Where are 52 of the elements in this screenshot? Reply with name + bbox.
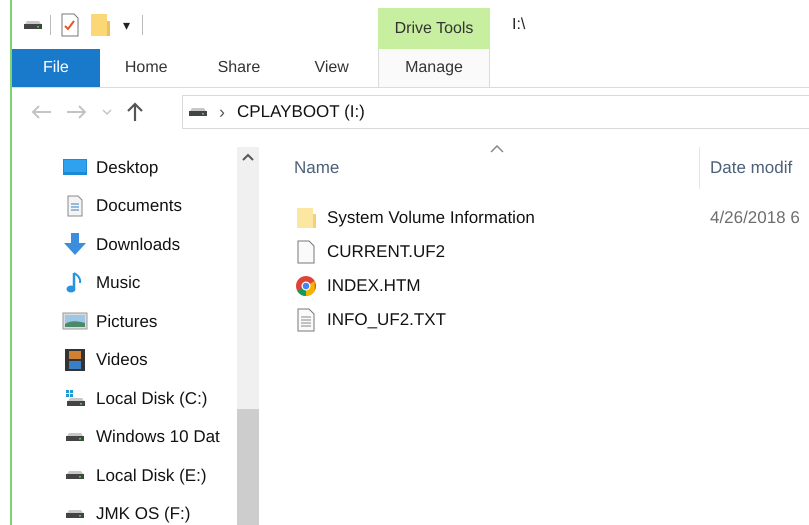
column-header[interactable]: Name — [294, 147, 699, 189]
drive-icon — [189, 108, 207, 116]
ribbon-tab[interactable]: File — [12, 49, 100, 87]
monitor-icon — [62, 157, 88, 178]
date-modified: 4/26/2018 6 — [710, 207, 800, 230]
file-name[interactable]: INDEX.HTM — [327, 273, 420, 299]
chevron-down-icon[interactable] — [102, 108, 112, 116]
contextual-tab-group: Drive Tools — [378, 8, 490, 50]
system-drive-icon — [66, 390, 84, 406]
breadcrumb-location[interactable]: CPLAYBOOT (I:) — [237, 99, 365, 125]
folder-icon — [295, 206, 317, 230]
sort-up-icon — [490, 145, 504, 153]
address-field[interactable]: › CPLAYBOOT (I:) — [182, 95, 809, 129]
file-name[interactable]: INFO_UF2.TXT — [327, 307, 446, 333]
blank-file-icon — [296, 240, 316, 264]
ribbon-tab[interactable]: Home — [100, 49, 193, 87]
scrollbar-thumb[interactable] — [237, 409, 259, 525]
browser-icon — [295, 275, 317, 297]
navigation-item[interactable]: Videos — [62, 340, 237, 379]
navigation-item[interactable]: Windows 10 Dat — [62, 418, 237, 456]
file-name[interactable]: CURRENT.UF2 — [327, 239, 446, 265]
navigation-item[interactable]: Desktop — [62, 148, 237, 186]
properties-icon[interactable] — [59, 13, 81, 37]
navigation-item[interactable]: Documents — [62, 186, 237, 225]
drive-icon — [66, 471, 84, 480]
landscape-icon — [62, 311, 88, 332]
ribbon-tab[interactable]: Share — [192, 49, 286, 87]
navigation-item[interactable]: JMK OS (F:) — [62, 494, 237, 525]
ribbon-tab[interactable]: View — [285, 49, 378, 87]
back-arrow-icon[interactable] — [30, 104, 52, 120]
text-file-icon — [296, 308, 316, 332]
ribbon-tab[interactable]: Manage — [378, 49, 490, 87]
column-header[interactable]: Date modif — [699, 147, 809, 189]
forward-arrow-icon[interactable] — [66, 104, 88, 120]
file-name[interactable]: System Volume Information — [327, 205, 535, 231]
navigation-item[interactable]: Local Disk (C:) — [62, 379, 237, 418]
navigation-item[interactable]: Local Disk (E:) — [62, 456, 237, 494]
drive-icon — [66, 432, 84, 441]
film-strip-icon — [64, 348, 86, 372]
window-title: I:\ — [512, 15, 526, 35]
navigation-item[interactable]: Pictures — [62, 302, 237, 340]
navigation-item[interactable]: Music — [62, 264, 237, 302]
new-folder-icon[interactable] — [89, 12, 111, 38]
navigation-item[interactable]: Downloads — [62, 225, 237, 264]
down-arrow-icon — [62, 232, 88, 256]
drive-icon — [24, 21, 42, 29]
breadcrumb-separator: › — [219, 100, 225, 124]
drive-icon — [66, 510, 84, 518]
customize-toolbar-button[interactable]: ▾ — [119, 14, 134, 36]
up-arrow-icon[interactable] — [126, 102, 144, 122]
scrollbar[interactable] — [237, 147, 259, 525]
document-icon — [65, 194, 85, 217]
